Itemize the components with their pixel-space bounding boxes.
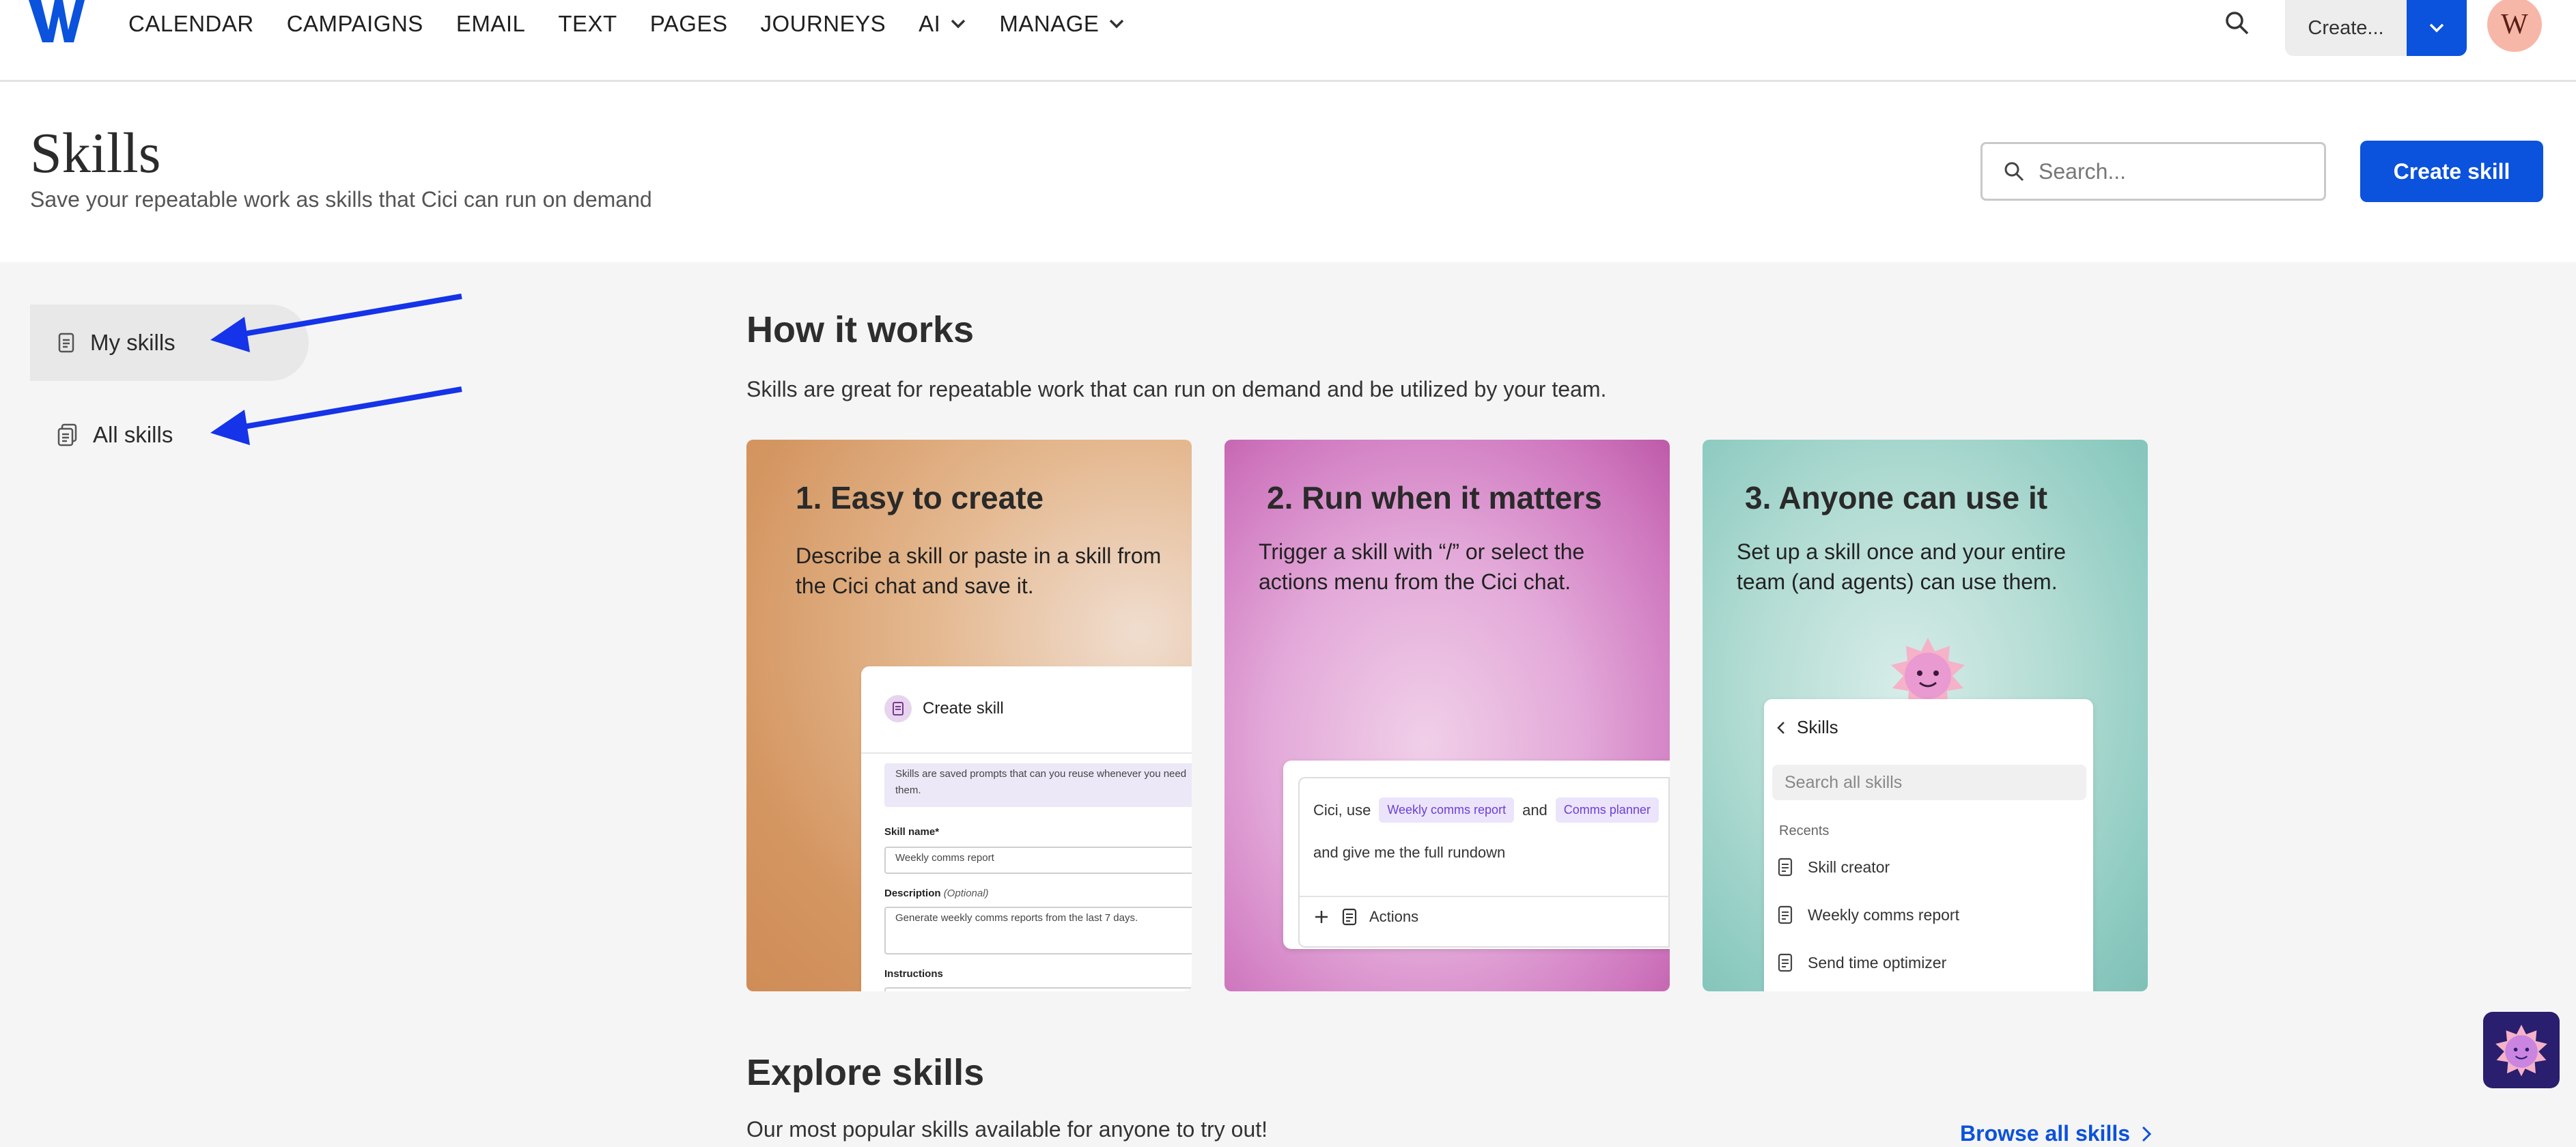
list-item: Weekly comms report [1778,905,1959,924]
document-icon [1342,908,1357,926]
list-item: Skill creator [1778,858,1890,877]
card-text: Trigger a skill with “/” or select the a… [1259,539,1585,594]
page-subtitle: Save your repeatable work as skills that… [30,187,652,212]
skills-search-preview: Search all skills [1772,765,2086,800]
nav-journeys[interactable]: JOURNEYS [760,11,886,37]
document-icon [58,332,74,353]
documents-icon [57,423,77,447]
description-label: Description (Optional) [884,888,989,899]
skills-panel-preview: Skills Search all skills Recents Skill c… [1764,699,2093,991]
explore-skills-title: Explore skills [746,1052,985,1093]
nav-text[interactable]: TEXT [558,11,617,37]
document-icon [1778,905,1793,924]
skill-name-field: Weekly comms report [884,847,1192,874]
card-title: 3. Anyone can use it [1745,480,2048,515]
search-field[interactable] [1980,142,2326,201]
search-icon[interactable] [2224,10,2251,37]
nav-campaigns[interactable]: CAMPAIGNS [287,11,423,37]
nav-email[interactable]: EMAIL [456,11,526,37]
how-it-works-description: Skills are great for repeatable work tha… [746,377,1607,401]
chevron-down-icon [2429,23,2444,33]
divider [861,752,1192,754]
browse-all-skills-link[interactable]: Browse all skills [1960,1121,2152,1146]
search-input[interactable] [2037,158,2313,185]
page-title: Skills [30,122,161,185]
chat-preview: Cici, use Weekly comms report and Comms … [1283,761,1670,949]
description-field: Generate weekly comms reports from the l… [884,907,1192,954]
skill-chip: Comms planner [1555,797,1659,823]
chat-line: and give me the full rundown [1313,844,1506,861]
sidebar-item-label: My skills [90,330,176,355]
create-skill-preview: Create skill Skills are saved prompts th… [861,666,1192,991]
skill-name-label: Skill name* [884,826,940,838]
list-item: Send time optimizer [1778,953,1946,972]
cici-mascot-icon [2495,1024,2547,1077]
chevron-right-icon [2142,1126,2152,1142]
skill-icon [884,695,912,722]
create-dropdown-button[interactable] [2407,0,2467,56]
card-text: Set up a skill once and your entire team… [1737,539,2067,594]
nav-manage[interactable]: MANAGE [999,11,1125,37]
chevron-down-icon [1110,19,1124,29]
chevron-left-icon [1777,721,1784,734]
preview-title: Create skill [923,699,1004,718]
card-title: 2. Run when it matters [1267,480,1602,515]
brand-logo[interactable] [27,0,86,46]
chat-actions-bar: Actions [1313,908,1418,926]
document-icon [1778,953,1793,972]
feature-card-easy-to-create: 1. Easy to create Describe a skill or pa… [746,440,1192,991]
page-header: Skills Save your repeatable work as skil… [0,82,2576,262]
annotation-arrow [210,386,462,445]
preview-note: Skills are saved prompts that can you re… [884,763,1192,807]
nav-calendar[interactable]: CALENDAR [128,11,254,37]
create-button[interactable]: Create... [2285,0,2407,56]
top-navigation: CALENDAR CAMPAIGNS EMAIL TEXT PAGES JOUR… [0,0,2576,82]
how-it-works-title: How it works [746,309,975,350]
card-text: Describe a skill or paste in a skill fro… [796,543,1162,598]
create-skill-button[interactable]: Create skill [2360,141,2543,202]
chat-line: Cici, use Weekly comms report and Comms … [1313,797,1659,823]
cici-assistant-button[interactable] [2483,1012,2560,1088]
panel-header: Skills [1776,717,1838,738]
card-title: 1. Easy to create [796,480,1044,515]
instructions-label: Instructions [884,968,943,980]
recents-label: Recents [1779,823,1830,838]
chevron-down-icon [951,19,966,29]
chat-input-preview: Cici, use Weekly comms report and Comms … [1298,777,1670,948]
feature-card-anyone-can-use-it: 3. Anyone can use it Set up a skill once… [1703,440,2148,991]
nav-ai[interactable]: AI [919,11,966,37]
main-nav: CALENDAR CAMPAIGNS EMAIL TEXT PAGES JOUR… [128,0,1158,48]
preview-header: Create skill [884,695,1004,722]
document-icon [1778,858,1793,877]
skill-chip: Weekly comms report [1379,797,1515,823]
explore-skills-description: Our most popular skills available for an… [746,1117,1268,1142]
feature-card-run-when-it-matters: 2. Run when it matters Trigger a skill w… [1224,440,1670,991]
divider [1300,896,1670,897]
plus-icon [1315,911,1328,923]
avatar[interactable]: W [2487,0,2542,52]
sidebar-item-label: All skills [93,422,173,447]
annotation-arrow [210,294,462,352]
nav-pages[interactable]: PAGES [650,11,728,37]
instructions-field [884,987,1192,991]
create-menu: Create... [2285,0,2467,56]
search-icon [2004,162,2024,182]
